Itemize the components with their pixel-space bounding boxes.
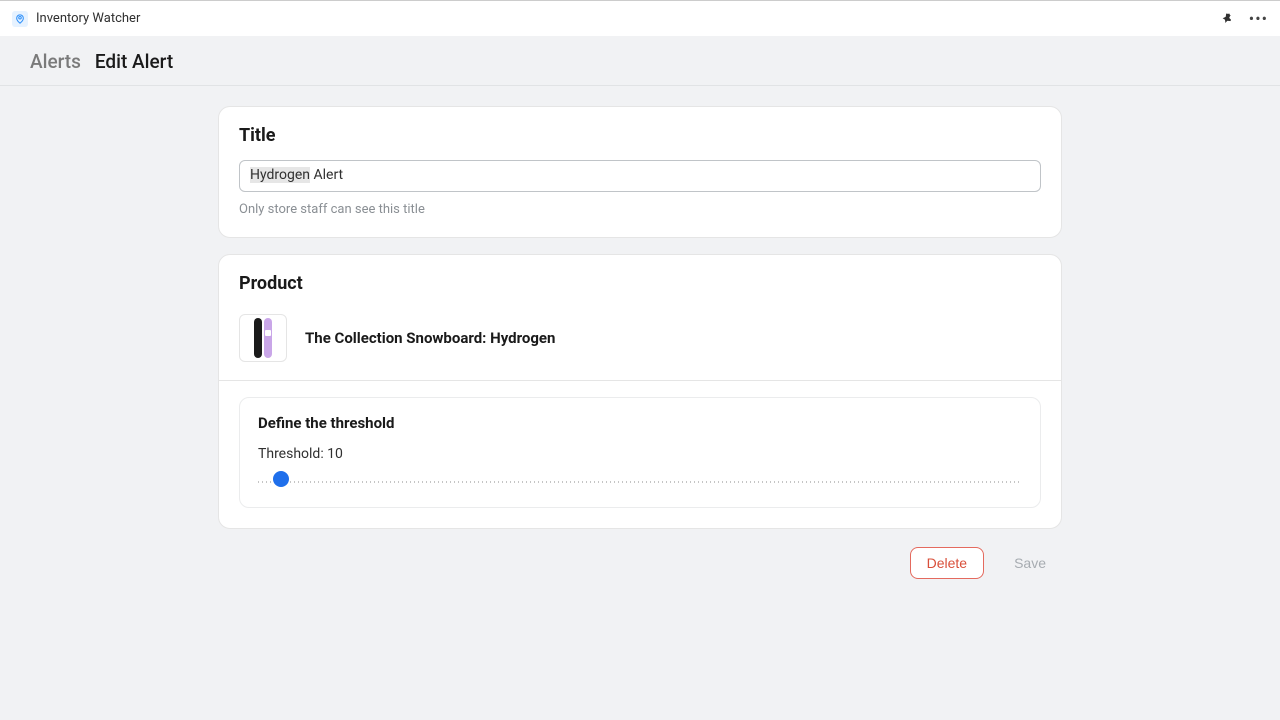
actions-row: Delete Save: [218, 547, 1062, 579]
threshold-heading: Define the threshold: [258, 414, 1022, 432]
divider: [219, 380, 1061, 381]
top-bar: Inventory Watcher •••: [0, 0, 1280, 36]
delete-button[interactable]: Delete: [910, 547, 984, 579]
breadcrumb: Alerts Edit Alert: [0, 36, 1280, 86]
threshold-section: Define the threshold Threshold: 10: [239, 397, 1041, 508]
threshold-label: Threshold: 10: [258, 446, 1022, 462]
title-help: Only store staff can see this title: [239, 202, 1041, 217]
more-icon[interactable]: •••: [1249, 11, 1268, 27]
threshold-slider[interactable]: [258, 481, 1022, 483]
title-input[interactable]: [239, 160, 1041, 192]
app-icon: [12, 11, 28, 27]
product-thumbnail: [239, 314, 287, 362]
product-card: Product The Collection Snowboard: Hydrog…: [218, 254, 1062, 529]
breadcrumb-current: Edit Alert: [95, 50, 173, 73]
save-button[interactable]: Save: [998, 547, 1062, 579]
breadcrumb-parent[interactable]: Alerts: [30, 50, 81, 73]
product-name: The Collection Snowboard: Hydrogen: [305, 329, 555, 347]
app-title: Inventory Watcher: [36, 11, 140, 26]
product-heading: Product: [239, 273, 1041, 294]
title-heading: Title: [239, 125, 1041, 146]
pin-icon[interactable]: [1221, 12, 1235, 26]
content: Title Hydrogen Alert Only store staff ca…: [0, 86, 1280, 599]
title-card: Title Hydrogen Alert Only store staff ca…: [218, 106, 1062, 238]
product-row: The Collection Snowboard: Hydrogen: [239, 308, 1041, 362]
